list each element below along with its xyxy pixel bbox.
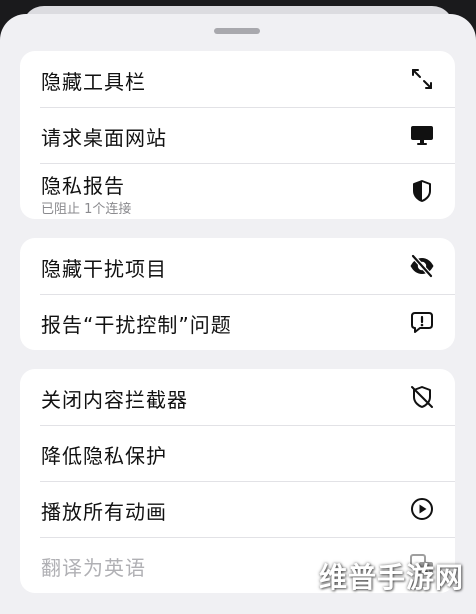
shield-half-icon <box>409 178 435 204</box>
menu-item-privacy-report[interactable]: 隐私报告 已阻止 1个连接 <box>20 163 455 219</box>
menu-item-label: 隐私报告 <box>41 174 125 198</box>
menu-item-label: 翻译为英语 <box>41 556 146 580</box>
eye-slash-icon <box>409 253 435 279</box>
menu-group-page: 隐藏工具栏 请求桌面网站 隐私报告 已阻止 1个连接 <box>20 51 455 219</box>
menu-item-hide-toolbar[interactable]: 隐藏工具栏 <box>20 51 455 107</box>
menu-item-request-desktop-site[interactable]: 请求桌面网站 <box>20 107 455 163</box>
report-bubble-icon <box>409 309 435 335</box>
menu-item-hide-distracting-items[interactable]: 隐藏干扰项目 <box>20 238 455 294</box>
menu-item-label: 关闭内容拦截器 <box>41 388 188 412</box>
menu-group-distraction: 隐藏干扰项目 报告“干扰控制”问题 <box>20 238 455 350</box>
shield-slash-icon <box>409 384 435 410</box>
menu-item-label: 隐藏工具栏 <box>41 70 146 94</box>
menu-item-reduce-privacy-protections[interactable]: 降低隐私保护 <box>20 425 455 481</box>
menu-item-play-all-animations[interactable]: 播放所有动画 <box>20 481 455 537</box>
expand-arrows-icon <box>409 66 435 92</box>
desktop-icon <box>409 122 435 148</box>
menu-item-label: 报告“干扰控制”问题 <box>41 313 232 337</box>
menu-item-label: 播放所有动画 <box>41 500 167 524</box>
menu-item-turn-off-content-blockers[interactable]: 关闭内容拦截器 <box>20 369 455 425</box>
page-menu-sheet: 隐藏工具栏 请求桌面网站 隐私报告 已阻止 1个连接 隐藏干扰项目 报告“干扰控… <box>0 14 476 614</box>
privacy-report-status: 已阻止 1个连接 <box>41 202 132 217</box>
sheet-grabber[interactable] <box>214 28 260 34</box>
menu-item-label: 隐藏干扰项目 <box>41 257 167 281</box>
menu-item-label: 请求桌面网站 <box>41 126 167 150</box>
menu-item-label: 降低隐私保护 <box>41 444 167 468</box>
site-watermark: 维普手游网 <box>318 561 464 594</box>
menu-item-report-distraction-control-issue[interactable]: 报告“干扰控制”问题 <box>20 294 455 350</box>
play-circle-icon <box>409 496 435 522</box>
